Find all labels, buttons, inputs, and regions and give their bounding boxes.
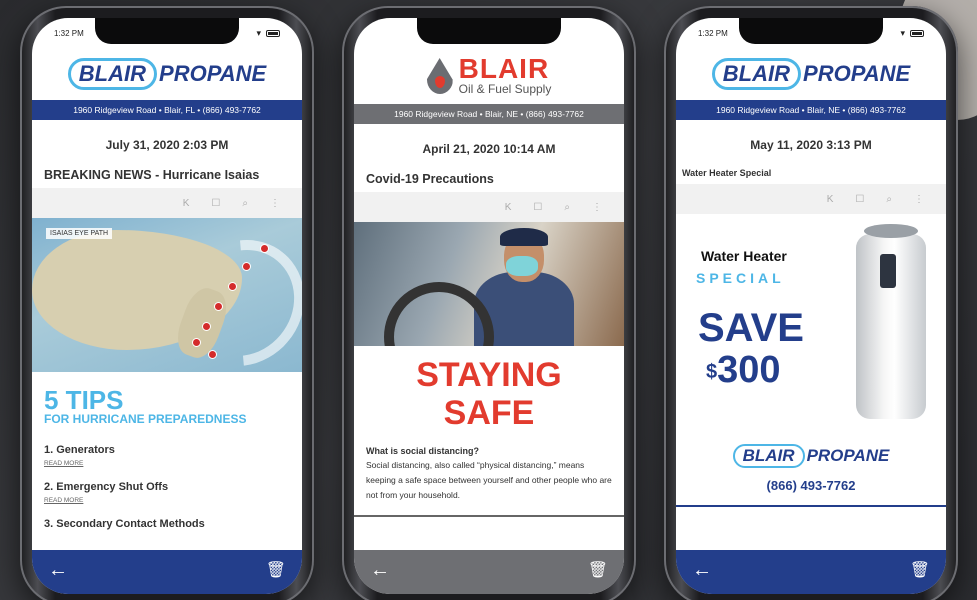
tips-subtitle: FOR HURRICANE PREPAREDNESS bbox=[44, 412, 247, 426]
trash-icon[interactable]: 🗑 bbox=[588, 560, 608, 580]
more-icon[interactable]: ⋮ bbox=[914, 194, 924, 205]
message-toolbar: K ☐ ⌕ ⋮ bbox=[32, 188, 302, 218]
message-headline: BREAKING NEWS - Hurricane Isaias bbox=[44, 168, 260, 182]
bottom-bar: ← 🗑 bbox=[32, 550, 302, 594]
wh-amount: $300 bbox=[706, 349, 781, 391]
skip-icon[interactable]: K bbox=[827, 194, 834, 205]
battery-icon bbox=[910, 29, 924, 37]
search-icon[interactable]: ⌕ bbox=[242, 198, 248, 209]
search-icon[interactable]: ⌕ bbox=[886, 194, 892, 205]
status-time: 1:32 PM bbox=[54, 28, 84, 38]
divider bbox=[676, 505, 946, 507]
message-date: May 11, 2020 3:13 PM bbox=[750, 138, 872, 152]
wh-title: Water Heater bbox=[701, 248, 787, 264]
tip-item: 3. Secondary Contact Methods bbox=[44, 518, 205, 530]
address-bar: 1960 Ridgeview Road • Blair, FL • (866) … bbox=[32, 100, 302, 120]
staying-safe-title: STAYING SAFE bbox=[416, 356, 562, 432]
wifi-icon: ▾ bbox=[900, 27, 905, 38]
fuel-drop-icon bbox=[426, 58, 453, 94]
message-headline: Covid-19 Precautions bbox=[366, 172, 494, 186]
read-more-link[interactable]: READ MORE bbox=[32, 493, 302, 512]
water-heater-image bbox=[856, 224, 926, 419]
content-body: Social distancing, also called “physical… bbox=[366, 460, 612, 500]
logo-area: BLAIR Oil & Fuel Supply bbox=[354, 48, 624, 104]
status-time: 1:32 PM bbox=[698, 28, 728, 38]
blair-propane-logo: BLAIR PROPANE bbox=[67, 58, 266, 90]
wh-save: SAVE bbox=[698, 306, 804, 350]
trash-icon[interactable]: 🗑 bbox=[266, 560, 286, 580]
address-bar: 1960 Ridgeview Road • Blair, NE • (866) … bbox=[354, 104, 624, 124]
phone-3: 1:32 PM ▾ BLAIR PROPANE 1960 Ridgeview R… bbox=[664, 6, 958, 600]
phone-number[interactable]: (866) 493-7762 bbox=[676, 478, 946, 493]
logo-area: BLAIR PROPANE bbox=[32, 48, 302, 100]
phone-1-screen: 1:32 PM ▾ BLAIR PROPANE 1960 Ridgeview R… bbox=[32, 18, 302, 594]
bookmark-icon[interactable]: ☐ bbox=[533, 202, 542, 213]
notch bbox=[739, 18, 883, 44]
blair-oil-logo: BLAIR Oil & Fuel Supply bbox=[426, 55, 551, 96]
phone-2-screen: BLAIR Oil & Fuel Supply 1960 Ridgeview R… bbox=[354, 18, 624, 594]
message-toolbar: K ☐ ⌕ ⋮ bbox=[676, 184, 946, 214]
hurricane-map: ISAIAS EYE PATH bbox=[32, 218, 302, 372]
phone-1: 1:32 PM ▾ BLAIR PROPANE 1960 Ridgeview R… bbox=[20, 6, 314, 600]
blair-propane-logo: BLAIR PROPANE bbox=[711, 58, 910, 90]
back-arrow-icon[interactable]: ← bbox=[48, 559, 68, 582]
bookmark-icon[interactable]: ☐ bbox=[855, 194, 864, 205]
battery-icon bbox=[266, 29, 280, 37]
tips-title: 5 TIPS bbox=[44, 385, 124, 415]
address-bar: 1960 Ridgeview Road • Blair, NE • (866) … bbox=[676, 100, 946, 120]
tip-item: 1. Generators bbox=[44, 444, 115, 456]
search-icon[interactable]: ⌕ bbox=[564, 202, 570, 213]
water-heater-ad: Water Heater SPECIAL SAVE $300 bbox=[676, 214, 946, 424]
bottom-bar: ← 🗑 bbox=[354, 550, 624, 594]
trash-icon[interactable]: 🗑 bbox=[910, 560, 930, 580]
back-arrow-icon[interactable]: ← bbox=[370, 559, 390, 582]
driver-photo bbox=[354, 222, 624, 346]
divider bbox=[354, 515, 624, 517]
notch bbox=[417, 18, 561, 44]
back-arrow-icon[interactable]: ← bbox=[692, 559, 712, 582]
wh-special: SPECIAL bbox=[696, 270, 785, 286]
skip-icon[interactable]: K bbox=[505, 202, 512, 213]
logo-area: BLAIR PROPANE bbox=[676, 48, 946, 100]
notch bbox=[95, 18, 239, 44]
bookmark-icon[interactable]: ☐ bbox=[211, 198, 220, 209]
more-icon[interactable]: ⋮ bbox=[592, 202, 602, 213]
phone-2: BLAIR Oil & Fuel Supply 1960 Ridgeview R… bbox=[342, 6, 636, 600]
message-date: April 21, 2020 10:14 AM bbox=[422, 142, 556, 156]
map-label: ISAIAS EYE PATH bbox=[46, 228, 113, 239]
read-more-link[interactable]: READ MORE bbox=[32, 456, 302, 475]
message-headline: Water Heater Special bbox=[682, 168, 772, 178]
message-date: July 31, 2020 2:03 PM bbox=[105, 138, 229, 152]
more-icon[interactable]: ⋮ bbox=[270, 198, 280, 209]
tip-item: 2. Emergency Shut Offs bbox=[44, 481, 169, 493]
blair-propane-logo: BLAIR PROPANE bbox=[732, 444, 889, 468]
bottom-bar: ← 🗑 bbox=[676, 550, 946, 594]
skip-icon[interactable]: K bbox=[183, 198, 190, 209]
message-toolbar: K ☐ ⌕ ⋮ bbox=[354, 192, 624, 222]
phone-3-screen: 1:32 PM ▾ BLAIR PROPANE 1960 Ridgeview R… bbox=[676, 18, 946, 594]
logo-footer: BLAIR PROPANE bbox=[676, 444, 946, 468]
wifi-icon: ▾ bbox=[256, 27, 261, 38]
content-question: What is social distancing? bbox=[366, 446, 480, 456]
